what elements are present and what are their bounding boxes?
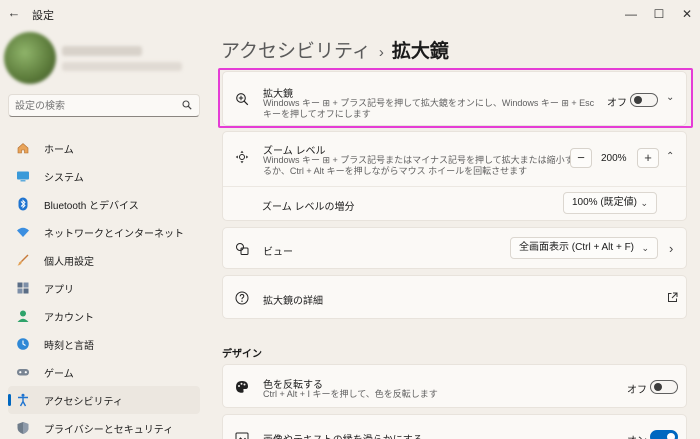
smooth-edges-state-label: オン xyxy=(627,432,647,439)
sidebar-item-bluetooth[interactable]: Bluetooth とデバイス xyxy=(8,190,200,218)
chevron-right-icon[interactable]: › xyxy=(669,241,673,256)
zoom-level-value: 200% xyxy=(601,153,627,164)
sidebar-item-label: ホーム xyxy=(44,144,74,156)
invert-colors-state-label: オフ xyxy=(627,385,647,396)
page-title: 拡大鏡 xyxy=(391,41,449,62)
active-indicator xyxy=(8,394,11,406)
view-mode-icon xyxy=(236,243,249,255)
zoom-increment-value: 100% (既定値) xyxy=(572,197,638,208)
help-icon xyxy=(235,291,249,305)
system-icon xyxy=(17,171,29,182)
divider xyxy=(223,186,686,187)
zoom-increment-label: ズーム レベルの増分 xyxy=(262,202,355,213)
sidebar-item-label: システム xyxy=(44,172,84,184)
chevron-down-icon: ⌄ xyxy=(640,198,648,208)
sidebar-item-personalization[interactable]: 個人用設定 xyxy=(8,246,200,274)
sidebar-nav: ホーム システム Bluetooth とデバイス ネットワークとインターネット … xyxy=(8,134,200,439)
sidebar-item-label: プライバシーとセキュリティ xyxy=(44,424,174,436)
invert-colors-toggle[interactable] xyxy=(650,380,678,394)
invert-colors-desc: Ctrl + Alt + I キーを押して、色を反転します xyxy=(263,389,438,399)
gamepad-icon xyxy=(17,369,29,376)
external-link-icon[interactable] xyxy=(667,292,678,303)
search-input[interactable] xyxy=(15,98,175,114)
zoom-level-desc-line1: Windows キー ⊞ + プラス記号またはマイナス記号を押して拡大または縮小… xyxy=(263,155,574,165)
sidebar-item-gaming[interactable]: ゲーム xyxy=(8,358,200,386)
sidebar-item-privacy[interactable]: プライバシーとセキュリティ xyxy=(8,414,200,439)
sidebar-item-network[interactable]: ネットワークとインターネット xyxy=(8,218,200,246)
back-button[interactable]: ← xyxy=(6,5,22,21)
view-value: 全画面表示 (Ctrl + Alt + F) xyxy=(519,242,635,253)
sidebar-item-label: 個人用設定 xyxy=(44,256,94,268)
palette-icon xyxy=(236,381,248,393)
toggle-knob xyxy=(654,383,662,391)
zoom-decrease-button[interactable]: − xyxy=(570,148,592,168)
zoom-increment-dropdown[interactable]: 100% (既定値) ⌄ xyxy=(563,192,657,214)
sidebar-item-label: 時刻と言語 xyxy=(44,340,94,352)
view-dropdown[interactable]: 全画面表示 (Ctrl + Alt + F) ⌄ xyxy=(510,237,658,259)
search-box[interactable] xyxy=(8,94,200,117)
user-email-blurred xyxy=(62,62,182,71)
bluetooth-icon xyxy=(18,197,28,211)
sidebar-item-label: ネットワークとインターネット xyxy=(44,228,184,240)
chevron-up-icon[interactable]: ⌃ xyxy=(666,151,674,162)
focus-highlight xyxy=(218,68,693,128)
brush-icon xyxy=(17,254,29,266)
view-card[interactable]: ビュー 全画面表示 (Ctrl + Alt + F) ⌄ › xyxy=(222,227,687,269)
breadcrumb: アクセシビリティ › 拡大鏡 xyxy=(221,36,449,63)
close-button[interactable]: ✕ xyxy=(664,0,700,28)
sidebar-item-label: アクセシビリティ xyxy=(44,396,123,408)
sidebar-item-accessibility[interactable]: アクセシビリティ xyxy=(8,386,200,414)
sidebar-item-apps[interactable]: アプリ xyxy=(8,274,200,302)
apps-icon xyxy=(17,282,29,294)
sidebar-item-label: アプリ xyxy=(44,284,74,296)
chevron-down-icon: ⌄ xyxy=(641,243,649,253)
view-label: ビュー xyxy=(263,247,293,258)
zoom-level-desc-line2: るか、Ctrl + Alt キーを押しながらマウス ホイールを回転させます xyxy=(263,166,528,176)
clock-globe-icon xyxy=(17,338,29,350)
invert-colors-card: 色を反転する Ctrl + Alt + I キーを押して、色を反転します オフ xyxy=(222,364,687,408)
image-icon xyxy=(235,432,249,439)
home-icon xyxy=(17,143,29,154)
shield-icon xyxy=(17,422,29,434)
sidebar-item-label: ゲーム xyxy=(44,368,74,380)
magnifier-details-card[interactable]: 拡大鏡の詳細 xyxy=(222,275,687,319)
user-name-blurred xyxy=(62,46,142,56)
move-arrows-icon xyxy=(235,150,249,164)
sidebar-item-system[interactable]: システム xyxy=(8,162,200,190)
sidebar-item-accounts[interactable]: アカウント xyxy=(8,302,200,330)
title-bar: ← 設定 — ☐ ✕ xyxy=(0,0,700,28)
app-title: 設定 xyxy=(32,10,54,22)
magnifier-details-label: 拡大鏡の詳細 xyxy=(263,296,323,307)
toggle-knob xyxy=(667,433,675,439)
breadcrumb-parent[interactable]: アクセシビリティ xyxy=(221,41,371,62)
avatar xyxy=(4,32,56,84)
design-section-heading: デザイン xyxy=(222,349,262,360)
smooth-edges-toggle[interactable] xyxy=(650,430,678,439)
search-icon xyxy=(182,100,192,110)
sidebar-item-time-language[interactable]: 時刻と言語 xyxy=(8,330,200,358)
sidebar-item-label: Bluetooth とデバイス xyxy=(44,200,139,212)
smooth-edges-title: 画像やテキストの縁を滑らかにする xyxy=(263,431,423,439)
wifi-icon xyxy=(17,227,29,237)
zoom-increase-button[interactable]: + xyxy=(637,148,659,168)
sidebar-item-label: アカウント xyxy=(44,312,94,324)
sidebar-item-home[interactable]: ホーム xyxy=(8,134,200,162)
breadcrumb-separator: › xyxy=(378,44,384,61)
account-icon xyxy=(17,310,29,322)
user-profile[interactable] xyxy=(4,32,199,87)
smooth-edges-card: 画像やテキストの縁を滑らかにする オン xyxy=(222,414,687,439)
accessibility-icon xyxy=(18,393,28,407)
